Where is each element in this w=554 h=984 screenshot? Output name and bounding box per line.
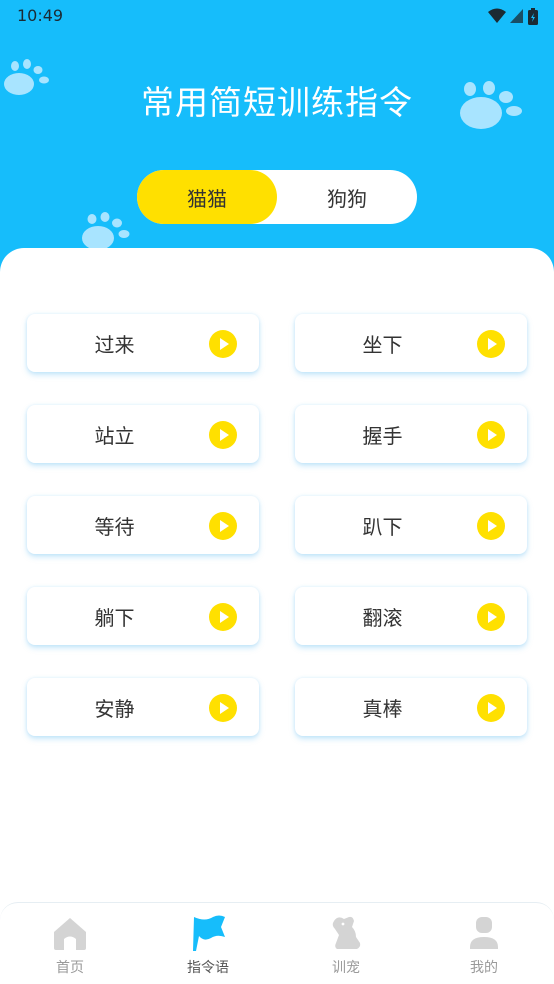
command-label: 过来 bbox=[94, 332, 135, 357]
tab-home-label: 首页 bbox=[56, 960, 84, 976]
pet-type-toggle: 猫猫 狗狗 bbox=[137, 170, 417, 224]
command-label: 坐下 bbox=[362, 332, 403, 357]
command-label: 安静 bbox=[94, 696, 135, 721]
command-card[interactable]: 站立 bbox=[27, 405, 259, 463]
status-icons bbox=[488, 7, 538, 25]
tab-profile-label: 我的 bbox=[470, 960, 498, 976]
signal-icon bbox=[510, 9, 523, 23]
tab-commands-label: 指令语 bbox=[187, 960, 229, 976]
command-label: 真棒 bbox=[362, 696, 403, 721]
tab-cat[interactable]: 猫猫 bbox=[137, 170, 277, 224]
tab-profile[interactable]: 我的 bbox=[415, 903, 553, 984]
command-card[interactable]: 真棒 bbox=[295, 678, 527, 736]
command-card[interactable]: 安静 bbox=[27, 678, 259, 736]
command-card[interactable]: 等待 bbox=[27, 496, 259, 554]
command-label: 握手 bbox=[362, 423, 403, 448]
command-card[interactable]: 躺下 bbox=[27, 587, 259, 645]
command-label: 站立 bbox=[94, 423, 135, 448]
battery-icon bbox=[528, 7, 538, 25]
status-time: 10:49 bbox=[17, 6, 64, 25]
tab-train[interactable]: 训宠 bbox=[277, 903, 415, 984]
play-icon[interactable] bbox=[477, 421, 505, 449]
command-label: 翻滚 bbox=[362, 605, 403, 630]
play-icon[interactable] bbox=[209, 512, 237, 540]
command-card[interactable]: 翻滚 bbox=[295, 587, 527, 645]
play-icon[interactable] bbox=[477, 603, 505, 631]
user-icon bbox=[470, 917, 498, 949]
paw-decoration-icon bbox=[82, 212, 130, 250]
flag-icon bbox=[193, 915, 225, 951]
dog-icon bbox=[332, 916, 361, 949]
command-label: 躺下 bbox=[94, 605, 135, 630]
command-list-panel: 过来 坐下站立 握手等待 趴下躺下 翻滚安静 真棒 bbox=[0, 248, 554, 908]
page-title: 常用简短训练指令 bbox=[141, 83, 413, 122]
command-card[interactable]: 坐下 bbox=[295, 314, 527, 372]
status-bar: 10:49 bbox=[0, 0, 554, 32]
command-label: 趴下 bbox=[362, 514, 403, 539]
command-card[interactable]: 握手 bbox=[295, 405, 527, 463]
bottom-tab-bar: 首页 指令语 训宠 我的 bbox=[0, 902, 554, 984]
command-card[interactable]: 趴下 bbox=[295, 496, 527, 554]
tab-dog[interactable]: 狗狗 bbox=[277, 170, 417, 224]
play-icon[interactable] bbox=[209, 694, 237, 722]
play-icon[interactable] bbox=[477, 330, 505, 358]
play-icon[interactable] bbox=[477, 694, 505, 722]
wifi-icon bbox=[488, 8, 506, 23]
tab-train-label: 训宠 bbox=[332, 960, 360, 976]
command-card[interactable]: 过来 bbox=[27, 314, 259, 372]
command-label: 等待 bbox=[94, 514, 135, 539]
tab-home[interactable]: 首页 bbox=[1, 903, 139, 984]
play-icon[interactable] bbox=[477, 512, 505, 540]
tab-commands[interactable]: 指令语 bbox=[139, 903, 277, 984]
play-icon[interactable] bbox=[209, 330, 237, 358]
play-icon[interactable] bbox=[209, 603, 237, 631]
home-icon bbox=[54, 918, 86, 950]
play-icon[interactable] bbox=[209, 421, 237, 449]
